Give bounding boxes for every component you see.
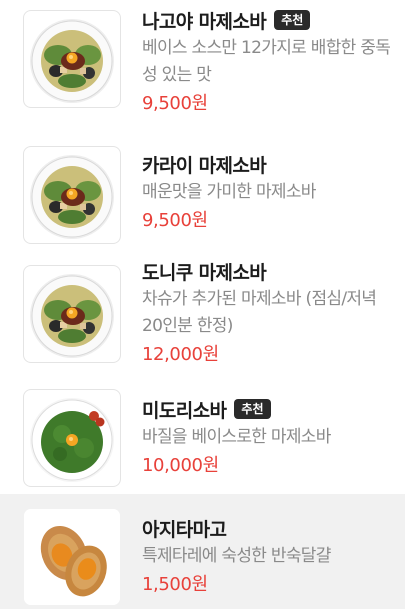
menu-item-doniku-mazesoba[interactable]: 도니쿠 마제소바 차슈가 추가된 마제소바 (점심/저녁 20인분 한정) 12… bbox=[0, 255, 405, 385]
basil-bowl-icon bbox=[24, 390, 120, 486]
menu-item-image bbox=[23, 10, 121, 108]
menu-item-image bbox=[23, 389, 121, 487]
menu-item-description: 차슈가 추가된 마제소바 (점심/저녁 20인분 한정) bbox=[142, 289, 377, 336]
menu-item-image bbox=[23, 146, 121, 244]
menu-item-midori-soba[interactable]: 미도리소바 추천 바질을 베이스로한 마제소바 10,000원 bbox=[0, 385, 405, 490]
menu-item-name: 카라이 마제소바 bbox=[142, 154, 267, 177]
menu-item-description: 특제타레에 숙성한 반숙달걀 bbox=[142, 546, 331, 566]
menu-list: 나고야 마제소바 추천 베이스 소스만 12가지로 배합한 중독성 있는 맛 9… bbox=[0, 0, 405, 609]
menu-item-name: 아지타마고 bbox=[142, 518, 227, 541]
mazesoba-bowl-icon bbox=[24, 147, 120, 243]
seasoned-egg-icon bbox=[24, 509, 120, 605]
menu-item-name: 도니쿠 마제소바 bbox=[142, 261, 267, 284]
recommended-badge: 추천 bbox=[234, 399, 271, 419]
menu-item-price: 1,500원 bbox=[142, 574, 208, 595]
menu-item-nagoya-mazesoba[interactable]: 나고야 마제소바 추천 베이스 소스만 12가지로 배합한 중독성 있는 맛 9… bbox=[0, 0, 405, 125]
menu-item-name: 나고야 마제소바 bbox=[142, 10, 267, 33]
menu-item-price: 12,000원 bbox=[142, 344, 219, 365]
menu-item-image bbox=[23, 265, 121, 363]
menu-item-description: 바질을 베이스로한 마제소바 bbox=[142, 427, 331, 447]
mazesoba-bowl-icon bbox=[24, 11, 120, 107]
menu-item-ajitamago[interactable]: 아지타마고 특제타레에 숙성한 반숙달걀 1,500원 bbox=[0, 494, 405, 609]
menu-item-image bbox=[23, 508, 121, 606]
menu-item-price: 9,500원 bbox=[142, 93, 208, 114]
recommended-badge: 추천 bbox=[274, 10, 311, 30]
menu-item-description: 매운맛을 가미한 마제소바 bbox=[142, 182, 316, 202]
menu-item-price: 9,500원 bbox=[142, 210, 208, 231]
mazesoba-bowl-icon bbox=[24, 266, 120, 362]
menu-item-price: 10,000원 bbox=[142, 455, 219, 476]
menu-item-karai-mazesoba[interactable]: 카라이 마제소바 매운맛을 가미한 마제소바 9,500원 bbox=[0, 140, 405, 250]
menu-item-description: 베이스 소스만 12가지로 배합한 중독성 있는 맛 bbox=[142, 38, 391, 85]
menu-item-name: 미도리소바 bbox=[142, 399, 227, 422]
